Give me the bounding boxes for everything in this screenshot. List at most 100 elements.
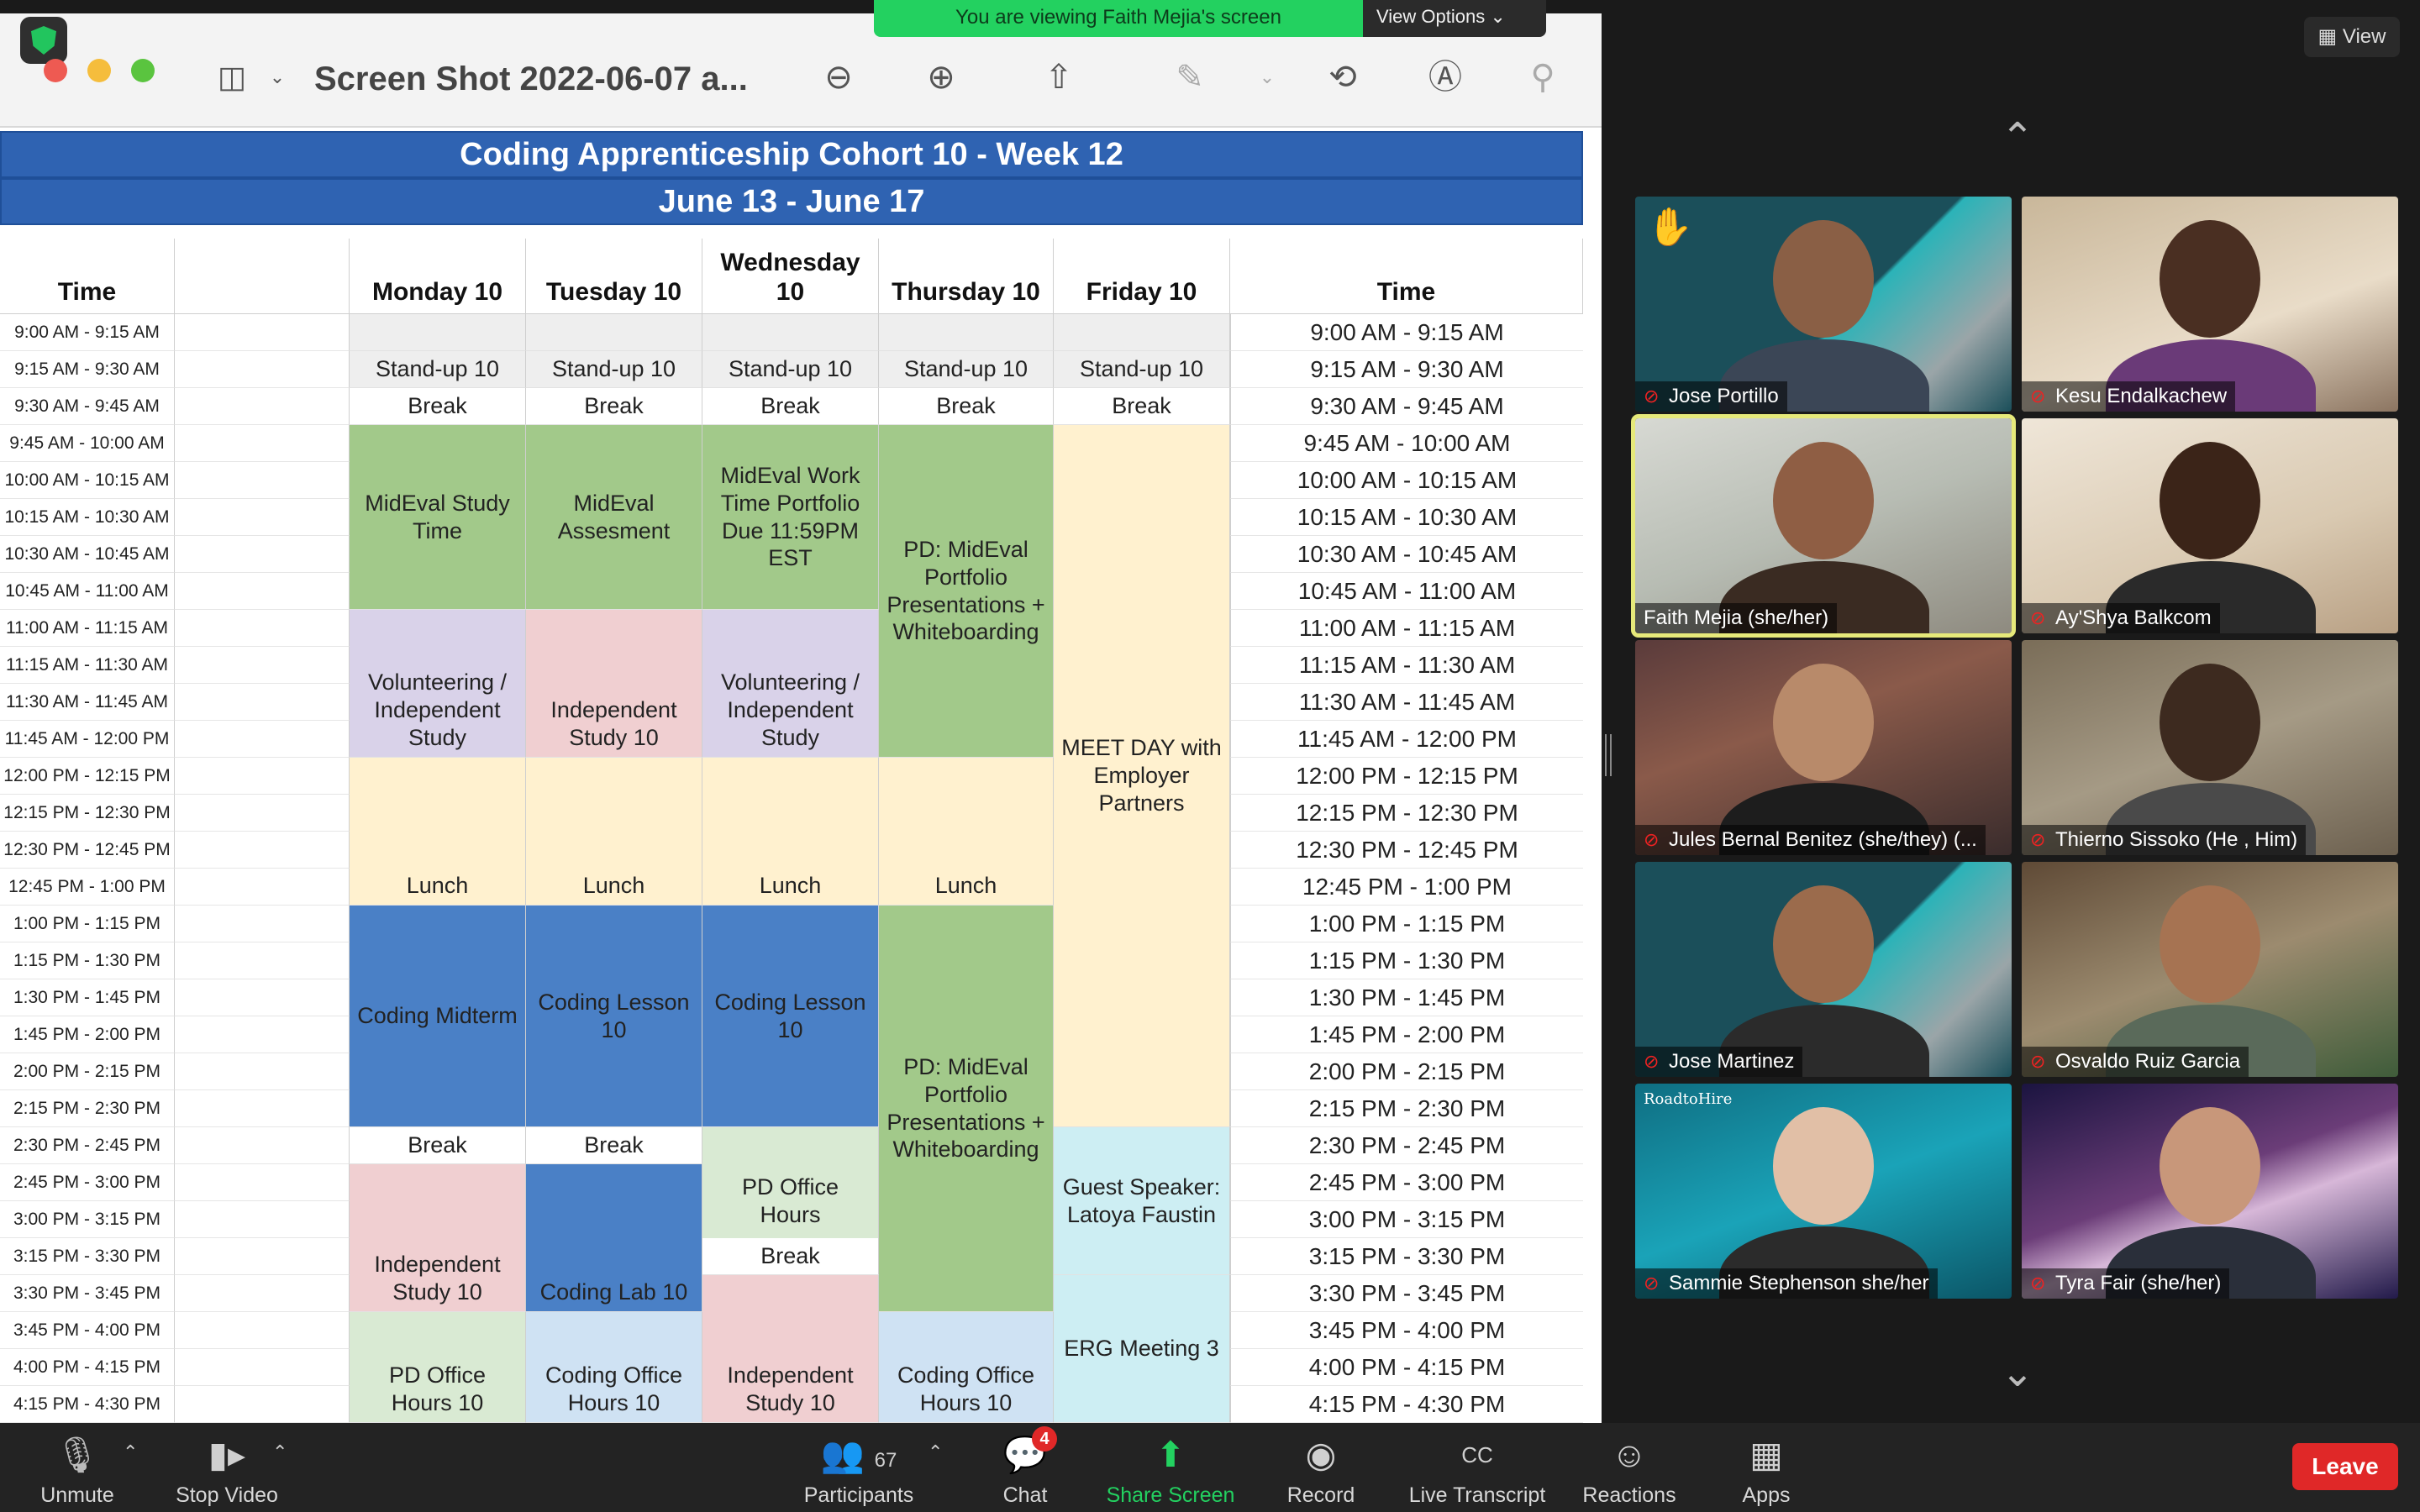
brand-watermark: RoadtoHire [1644,1090,1733,1108]
schedule-cell-thu-lunch: Lunch [879,758,1054,906]
muted-microphone-icon: ⊘ [2030,1051,2046,1072]
muted-microphone-icon: ⊘ [2030,607,2046,628]
rotate-icon[interactable]: ⟲ [1323,57,1363,97]
stop-video-button[interactable]: ▮▸ Stop Video [168,1433,286,1508]
participant-face [2160,1107,2260,1225]
spacer-cell [175,388,350,425]
participant-tile[interactable]: Ay'Shya Balkcom ⊘ [2022,418,2398,633]
schedule-cell-mon-mon-indep: Independent Study 10 [350,1164,526,1312]
spacer-cell [175,1349,350,1386]
people-icon: 👥 [820,1435,865,1474]
live-transcript-button[interactable]: CC Live Transcript [1405,1433,1549,1508]
schedule-cell-thu-empty [879,314,1054,351]
markup-toolbar-icon[interactable]: Ⓐ [1425,57,1465,97]
spacer-cell [175,1016,350,1053]
schedule-cell-tue-standup: Stand-up 10 [526,351,702,388]
participant-tile[interactable]: Faith Mejia (she/her) [1631,414,2016,638]
time-slot-right: 4:00 PM - 4:15 PM [1230,1349,1583,1386]
time-slot-right: 11:30 AM - 11:45 AM [1230,684,1583,721]
schedule-cell-wed-break: Break [702,388,879,425]
share-screen-button[interactable]: ⬆ Share Screen [1101,1433,1240,1508]
participant-name: Faith Mejia (she/her) [1635,603,1838,633]
participant-face [1773,442,1874,559]
col-header-time-right: Time [1230,239,1583,314]
spacer-cell [175,1053,350,1090]
col-header-monday: Monday 10 [350,239,526,314]
markup-pen-icon[interactable]: ✎ [1170,57,1210,97]
time-slot-left: 12:00 PM - 12:15 PM [0,758,175,795]
time-slot-left: 3:30 PM - 3:45 PM [0,1275,175,1312]
muted-microphone-icon: ⊘ [2030,1273,2046,1294]
participant-tile[interactable]: Kesu Endalkachew ⊘ [2022,197,2398,412]
schedule-cell-fri-standup: Stand-up 10 [1054,351,1230,388]
chevron-up-icon[interactable]: ⌃ [928,1441,943,1463]
time-slot-left: 9:45 AM - 10:00 AM [0,425,175,462]
time-slot-right: 1:15 PM - 1:30 PM [1230,942,1583,979]
time-slot-right: 12:00 PM - 12:15 PM [1230,758,1583,795]
search-icon[interactable]: ⚲ [1523,57,1563,97]
col-header-tuesday: Tuesday 10 [526,239,702,314]
record-button[interactable]: ◉ Record [1277,1433,1365,1508]
share-icon[interactable]: ⇧ [1039,57,1079,97]
spacer-cell [175,1238,350,1275]
zoom-meeting-window: Coding Apprenticeship Cohort 10 - Week 1… [0,0,2420,1512]
spacer-cell [175,462,350,499]
participant-tile[interactable]: RoadtoHire Sammie Stephenson she/her ⊘ [1635,1084,2012,1299]
close-window-button[interactable] [44,59,67,82]
unmute-label: Unmute [40,1483,114,1507]
schedule-cell-mon-mon-mideval: MidEval Study Time [350,425,526,610]
schedule-cell-thu-standup: Stand-up 10 [879,351,1054,388]
participant-tile[interactable]: ✋ Jose Portillo ⊘ [1635,197,2012,412]
participant-tile[interactable]: Osvaldo Ruiz Garcia ⊘ [2022,862,2398,1077]
participant-tile[interactable]: Jose Martinez ⊘ [1635,862,2012,1077]
zoom-out-icon[interactable]: ⊖ [818,57,859,97]
apps-button[interactable]: ▦ Apps [1731,1433,1802,1508]
time-slot-right: 2:00 PM - 2:15 PM [1230,1053,1583,1090]
zoom-window-button[interactable] [131,59,155,82]
participants-count: 67 [874,1449,897,1472]
spacer-cell [175,1386,350,1423]
time-slot-right: 10:45 AM - 11:00 AM [1230,573,1583,610]
col-header-spacer [175,239,350,314]
zoom-in-icon[interactable]: ⊕ [921,57,961,97]
participant-face [2160,885,2260,1003]
time-slot-right: 2:15 PM - 2:30 PM [1230,1090,1583,1127]
muted-microphone-icon: ⊘ [2030,386,2046,407]
chevron-up-icon[interactable]: ⌃ [272,1441,287,1463]
schedule-cell-mon-standup: Stand-up 10 [350,351,526,388]
spacer-cell [175,314,350,351]
schedule-cell-mon-mon-midterm: Coding Midterm [350,906,526,1127]
chevron-down-icon[interactable]: ⌄ [1247,57,1287,97]
muted-microphone-icon: ⊘ [1644,1273,1660,1294]
chevron-up-icon[interactable]: ⌃ [1988,118,2047,159]
reactions-button[interactable]: ☺ Reactions [1578,1433,1681,1508]
minimize-window-button[interactable] [87,59,111,82]
unmute-button[interactable]: 🎙 Unmute [34,1433,121,1508]
spacer-cell [175,647,350,684]
participant-name: Tyra Fair (she/her) [2022,1268,2230,1299]
schedule-cell-tue-tue-lab: Coding Lab 10 [526,1164,702,1312]
participant-tile[interactable]: Thierno Sissoko (He , Him) ⊘ [2022,640,2398,855]
time-slot-right: 1:30 PM - 1:45 PM [1230,979,1583,1016]
chevron-down-icon[interactable]: ⌄ [257,57,297,97]
participant-tile[interactable]: Jules Bernal Benitez (she/they) (... ⊘ [1635,640,2012,855]
chevron-up-icon[interactable]: ⌃ [123,1441,138,1463]
shield-icon[interactable] [20,17,67,64]
participants-button[interactable]: 👥 67 Participants [793,1433,924,1508]
sidebar-toggle-icon[interactable]: ◫ [212,57,252,97]
spacer-cell [175,610,350,647]
participant-tile[interactable]: Tyra Fair (she/her) ⊘ [2022,1084,2398,1299]
time-slot-right: 12:45 PM - 1:00 PM [1230,869,1583,906]
time-slot-left: 2:45 PM - 3:00 PM [0,1164,175,1201]
spacer-cell [175,1164,350,1201]
time-slot-left: 1:30 PM - 1:45 PM [0,979,175,1016]
view-options-button[interactable]: View Options ⌄ [1363,0,1546,37]
time-slot-right: 3:15 PM - 3:30 PM [1230,1238,1583,1275]
schedule-cell-mon-break: Break [350,1127,526,1164]
spacer-cell [175,499,350,536]
panel-resize-handle[interactable] [1605,734,1612,776]
view-button[interactable]: ▦ View [2304,17,2400,57]
leave-button[interactable]: Leave [2292,1443,2398,1490]
chevron-down-icon[interactable]: ⌄ [1988,1353,2047,1394]
schedule-spreadsheet: Coding Apprenticeship Cohort 10 - Week 1… [0,13,1602,1423]
